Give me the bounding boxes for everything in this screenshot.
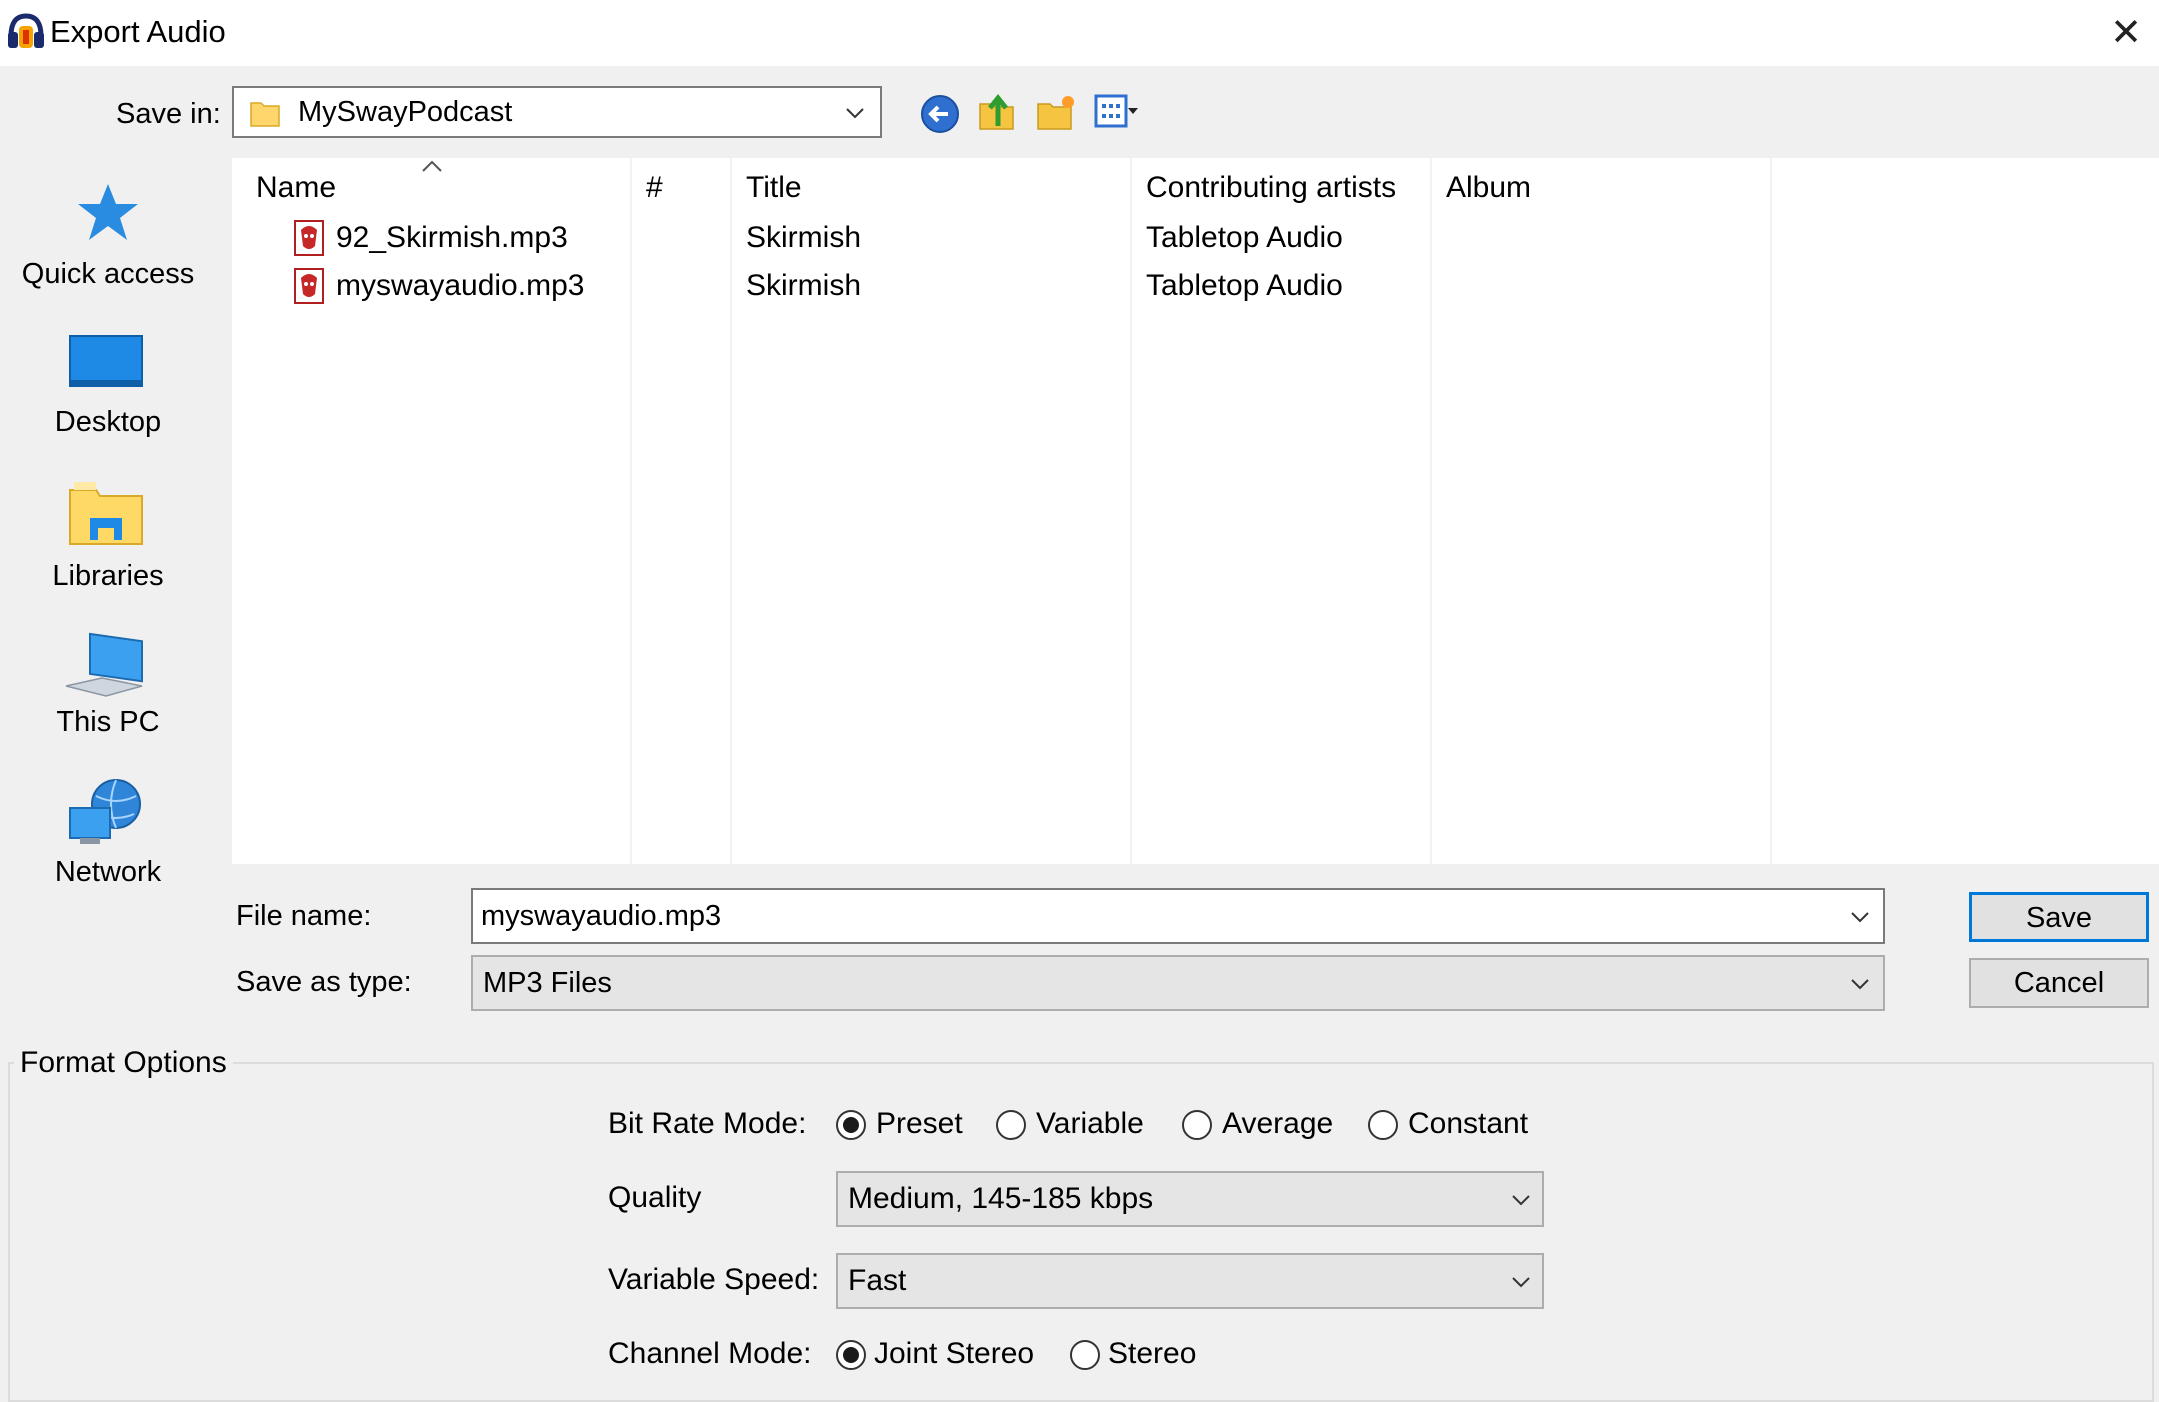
format-options-title: Format Options [14, 1044, 233, 1082]
place-desktop[interactable]: Desktop [0, 332, 218, 452]
radio-joint-stereo-label[interactable]: Joint Stereo [874, 1334, 1034, 1374]
place-label: Desktop [54, 406, 162, 438]
radio-stereo[interactable] [1070, 1340, 1100, 1370]
save-in-label: Save in: [116, 98, 221, 130]
quality-dropdown[interactable]: Medium, 145-185 kbps [836, 1171, 1544, 1227]
window-title: Export Audio [50, 14, 226, 49]
place-label: Libraries [52, 560, 164, 592]
file-title-cell: Skirmish [746, 269, 862, 302]
title-bar [0, 0, 2159, 66]
chevron-down-icon[interactable] [1849, 906, 1871, 928]
file-artists-cell: Tabletop Audio [1146, 221, 1343, 254]
radio-preset-label[interactable]: Preset [876, 1104, 963, 1144]
mp3-file-icon [294, 220, 324, 256]
variable-speed-value: Fast [848, 1264, 907, 1297]
save-as-type-dropdown[interactable]: MP3 Files [471, 955, 1885, 1011]
mp3-file-icon [294, 268, 324, 304]
back-arrow-icon[interactable] [918, 92, 962, 136]
audacity-headphones-icon [8, 13, 44, 48]
save-in-value: MySwayPodcast [298, 96, 513, 128]
column-header-contributing-artists[interactable]: Contributing artists [1146, 168, 1396, 208]
radio-constant[interactable] [1368, 1110, 1398, 1140]
chevron-down-icon [1512, 1195, 1530, 1206]
place-quick-access[interactable]: Quick access [0, 180, 218, 300]
radio-joint-stereo[interactable] [836, 1340, 866, 1370]
radio-variable-label[interactable]: Variable [1036, 1104, 1144, 1144]
desktop-icon [69, 335, 143, 387]
up-folder-icon[interactable] [976, 90, 1020, 134]
save-as-type-value: MP3 Files [483, 967, 612, 999]
this-pc-icon [65, 632, 143, 697]
folder-icon [250, 102, 280, 127]
place-libraries[interactable]: Libraries [0, 480, 218, 600]
radio-constant-label[interactable]: Constant [1408, 1104, 1528, 1144]
radio-preset[interactable] [836, 1110, 866, 1140]
file-title-cell: Skirmish [746, 221, 862, 254]
place-label: This PC [56, 706, 160, 738]
close-button[interactable]: ✕ [2098, 8, 2154, 58]
place-label: Quick access [21, 258, 195, 290]
place-label: Network [54, 856, 162, 888]
file-list[interactable]: Name # Title Contributing artists Album … [232, 158, 2159, 864]
network-icon [69, 779, 141, 844]
view-menu-icon[interactable] [1094, 90, 1138, 134]
radio-average[interactable] [1182, 1110, 1212, 1140]
chevron-down-icon [846, 108, 864, 119]
quality-value: Medium, 145-185 kbps [848, 1182, 1154, 1215]
file-artists-cell: Tabletop Audio [1146, 269, 1343, 302]
channel-mode-label: Channel Mode: [608, 1337, 812, 1370]
libraries-icon [69, 482, 143, 545]
radio-average-label[interactable]: Average [1222, 1104, 1333, 1144]
table-row[interactable]: myswayaudio.mp3 Skirmish Tabletop Audio [232, 264, 2159, 310]
radio-stereo-label[interactable]: Stereo [1108, 1334, 1196, 1374]
table-row[interactable]: 92_Skirmish.mp3 Skirmish Tabletop Audio [232, 216, 2159, 262]
bit-rate-mode-label: Bit Rate Mode: [608, 1107, 807, 1140]
column-header-title[interactable]: Title [746, 168, 802, 208]
file-name-cell: 92_Skirmish.mp3 [336, 221, 568, 254]
save-button[interactable]: Save [1969, 892, 2149, 942]
new-folder-icon[interactable] [1034, 90, 1078, 134]
quick-access-star-icon [78, 184, 138, 240]
save-in-dropdown[interactable]: MySwayPodcast [232, 86, 882, 138]
save-as-type-label: Save as type: [236, 966, 412, 998]
chevron-down-icon [1512, 1277, 1530, 1288]
radio-variable[interactable] [996, 1110, 1026, 1140]
file-name-value: myswayaudio.mp3 [481, 900, 722, 932]
file-name-input[interactable]: myswayaudio.mp3 [471, 888, 1885, 944]
file-name-cell: myswayaudio.mp3 [336, 269, 585, 302]
file-name-label: File name: [236, 900, 372, 932]
chevron-down-icon [1851, 979, 1869, 990]
place-this-pc[interactable]: This PC [0, 628, 218, 748]
place-network[interactable]: Network [0, 776, 218, 896]
column-header-album[interactable]: Album [1446, 168, 1531, 208]
column-header-name[interactable]: Name [256, 168, 336, 208]
cancel-button[interactable]: Cancel [1969, 958, 2149, 1008]
variable-speed-label: Variable Speed: [608, 1263, 820, 1296]
variable-speed-dropdown[interactable]: Fast [836, 1253, 1544, 1309]
sort-ascending-icon [422, 160, 442, 172]
column-header-number[interactable]: # [646, 168, 663, 208]
quality-label: Quality [608, 1181, 702, 1214]
